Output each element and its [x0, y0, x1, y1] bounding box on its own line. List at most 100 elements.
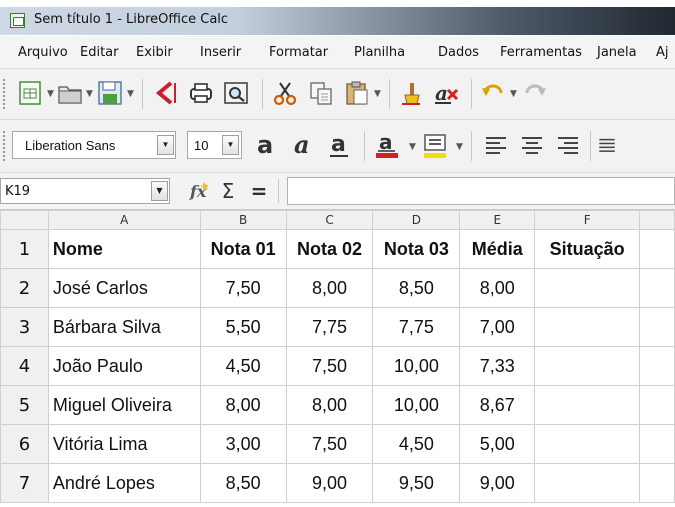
menu-exibir[interactable]: Exibir [136, 45, 173, 60]
font-size-dropdown-icon[interactable]: ▼ [222, 135, 239, 155]
menu-planilha[interactable]: Planilha [354, 45, 405, 60]
cell[interactable]: 10,00 [372, 385, 461, 425]
underline-icon[interactable]: a [326, 131, 354, 159]
cell[interactable] [534, 424, 641, 464]
calc-app-icon[interactable] [10, 13, 25, 28]
print-preview-icon[interactable] [222, 79, 250, 107]
row-header[interactable]: 4 [0, 346, 49, 386]
bold-icon[interactable]: a [253, 131, 281, 159]
column-header-f[interactable]: F [534, 210, 641, 230]
name-box[interactable]: K19 ▼ [0, 178, 170, 204]
cell[interactable] [639, 385, 675, 425]
highlight-dropdown-icon[interactable]: ▼ [456, 142, 463, 152]
function-wizard-icon[interactable]: fx [187, 178, 213, 204]
save-dropdown-icon[interactable]: ▼ [127, 89, 134, 99]
export-pdf-icon[interactable] [150, 79, 178, 107]
cell[interactable]: André Lopes [47, 463, 201, 503]
font-size-box[interactable]: 10 ▼ [187, 131, 242, 159]
cell[interactable] [534, 268, 641, 308]
print-icon[interactable] [187, 79, 215, 107]
cell[interactable]: Nota 01 [199, 229, 287, 269]
open-dropdown-icon[interactable]: ▼ [86, 89, 93, 99]
select-all-corner[interactable] [0, 210, 49, 230]
font-color-dropdown-icon[interactable]: ▼ [409, 142, 416, 152]
menu-janela[interactable]: Janela [597, 45, 637, 60]
cell[interactable]: 10,00 [372, 346, 461, 386]
paste-icon[interactable] [343, 79, 371, 107]
cell[interactable]: 8,00 [285, 385, 374, 425]
clone-formatting-icon[interactable] [397, 79, 425, 107]
cell[interactable]: 4,50 [372, 424, 461, 464]
font-color-icon[interactable]: a [372, 131, 404, 159]
cell[interactable]: 7,00 [459, 307, 536, 347]
row-header[interactable]: 7 [0, 463, 49, 503]
row-header[interactable]: 5 [0, 385, 49, 425]
column-header-g[interactable] [639, 210, 675, 230]
cell[interactable]: 8,67 [459, 385, 536, 425]
cell[interactable]: Situação [534, 229, 641, 269]
justify-icon[interactable] [597, 131, 617, 159]
cell[interactable]: Bárbara Silva [47, 307, 201, 347]
align-center-icon[interactable] [518, 131, 546, 159]
cell[interactable]: 7,50 [285, 346, 374, 386]
menu-ajuda[interactable]: Aj [656, 45, 669, 60]
cell[interactable] [639, 424, 675, 464]
cell[interactable]: 7,50 [199, 268, 287, 308]
row-header[interactable]: 6 [0, 424, 49, 464]
paste-dropdown-icon[interactable]: ▼ [374, 89, 381, 99]
cell[interactable] [534, 346, 641, 386]
cell[interactable] [639, 463, 675, 503]
cell[interactable]: Vitória Lima [47, 424, 201, 464]
redo-icon[interactable] [522, 79, 550, 107]
cell[interactable] [534, 307, 641, 347]
cell[interactable]: Nota 02 [285, 229, 374, 269]
column-header-d[interactable]: D [372, 210, 461, 230]
cell[interactable]: 7,50 [285, 424, 374, 464]
align-right-icon[interactable] [554, 131, 582, 159]
row-header[interactable]: 1 [0, 229, 49, 269]
column-header-e[interactable]: E [459, 210, 536, 230]
column-header-a[interactable]: A [47, 210, 201, 230]
menu-dados[interactable]: Dados [438, 45, 479, 60]
cell[interactable]: 5,50 [199, 307, 287, 347]
toolbar-grip[interactable] [3, 131, 9, 161]
cell[interactable]: Média [459, 229, 536, 269]
cell[interactable]: 8,00 [285, 268, 374, 308]
menu-ferramentas[interactable]: Ferramentas [500, 45, 582, 60]
cell[interactable]: 8,50 [372, 268, 461, 308]
font-name-dropdown-icon[interactable]: ▼ [157, 135, 174, 155]
cell[interactable] [639, 268, 675, 308]
column-header-c[interactable]: C [285, 210, 374, 230]
cell[interactable] [534, 385, 641, 425]
menu-formatar[interactable]: Formatar [269, 45, 328, 60]
cell[interactable]: 7,75 [372, 307, 461, 347]
copy-icon[interactable] [307, 79, 335, 107]
cell[interactable] [639, 346, 675, 386]
menu-editar[interactable]: Editar [80, 45, 119, 60]
row-header[interactable]: 2 [0, 268, 49, 308]
row-header[interactable]: 3 [0, 307, 49, 347]
cell[interactable]: 7,75 [285, 307, 374, 347]
undo-icon[interactable] [478, 79, 506, 107]
cell[interactable] [639, 229, 675, 269]
formula-equals-icon[interactable]: = [248, 178, 270, 204]
align-left-icon[interactable] [482, 131, 510, 159]
highlight-color-icon[interactable] [420, 131, 452, 159]
menu-inserir[interactable]: Inserir [200, 45, 241, 60]
cell[interactable]: 4,50 [199, 346, 287, 386]
toolbar-grip[interactable] [3, 79, 9, 109]
cell[interactable]: José Carlos [47, 268, 201, 308]
cell[interactable]: Nota 03 [372, 229, 461, 269]
font-name-box[interactable]: Liberation Sans ▼ [12, 131, 176, 159]
cell[interactable]: 7,33 [459, 346, 536, 386]
cell[interactable] [534, 463, 641, 503]
cell[interactable]: 3,00 [199, 424, 287, 464]
column-header-b[interactable]: B [199, 210, 287, 230]
cell[interactable]: 8,00 [459, 268, 536, 308]
name-box-dropdown-icon[interactable]: ▼ [151, 181, 168, 201]
sum-icon[interactable]: Σ [216, 178, 240, 204]
cut-icon[interactable] [271, 79, 299, 107]
cell[interactable]: Miguel Oliveira [47, 385, 201, 425]
cell[interactable]: 9,00 [285, 463, 374, 503]
new-dropdown-icon[interactable]: ▼ [47, 89, 54, 99]
